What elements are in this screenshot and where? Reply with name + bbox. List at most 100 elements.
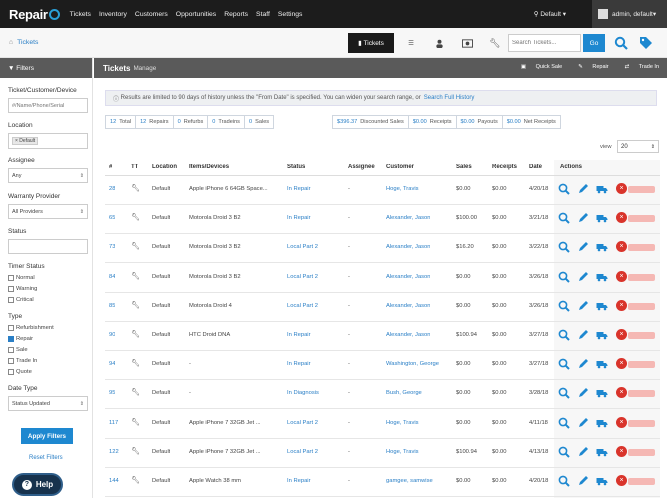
edit-pencil-icon[interactable] bbox=[577, 475, 589, 487]
ticket-number[interactable]: 117 bbox=[109, 420, 118, 426]
truck-icon[interactable] bbox=[596, 358, 608, 370]
truck-icon[interactable] bbox=[596, 271, 608, 283]
help-button[interactable]: ? Help bbox=[12, 473, 63, 496]
table-row[interactable]: 144 🔧︎ Default Apple Watch 38 mm In Repair - g… bbox=[105, 468, 660, 497]
count-sales[interactable]: 0 Sales bbox=[245, 116, 273, 128]
row-customer[interactable]: Alexander, Jason bbox=[386, 303, 430, 309]
edit-pencil-icon[interactable] bbox=[577, 417, 589, 429]
type-refurbishment-checkbox[interactable]: Refurbishment bbox=[8, 325, 54, 331]
location-selector[interactable]: ⚲ Default ▾ bbox=[534, 10, 566, 18]
delete-icon[interactable]: × bbox=[616, 416, 628, 429]
view-count-select[interactable]: 20 ⇕ bbox=[617, 140, 659, 153]
ticket-search-field[interactable] bbox=[8, 98, 88, 113]
delete-icon[interactable]: × bbox=[616, 329, 628, 341]
tickets-mode-button[interactable]: ▮ Tickets bbox=[348, 33, 394, 53]
trade-in-button[interactable]: ⇄ Trade In bbox=[617, 64, 659, 70]
search-icon[interactable] bbox=[614, 36, 628, 50]
delete-icon[interactable]: × bbox=[616, 475, 628, 487]
view-ticket-icon[interactable] bbox=[558, 358, 570, 370]
truck-icon[interactable] bbox=[596, 417, 608, 429]
payment-button[interactable] bbox=[456, 33, 478, 53]
truck-icon[interactable] bbox=[596, 329, 608, 341]
col-assignee[interactable]: Assignee bbox=[348, 164, 375, 170]
delete-icon[interactable]: × bbox=[616, 183, 628, 195]
ticket-number[interactable]: 90 bbox=[109, 332, 115, 338]
truck-icon[interactable] bbox=[596, 475, 608, 487]
count-tradeins[interactable]: 0 Tradeins bbox=[208, 116, 245, 128]
view-ticket-icon[interactable] bbox=[558, 271, 570, 283]
row-customer[interactable]: Hoge, Travis bbox=[386, 420, 419, 426]
timer-normal-checkbox[interactable]: Normal bbox=[8, 275, 35, 281]
row-status[interactable]: Local Part 2 bbox=[287, 244, 318, 250]
row-customer[interactable]: Alexander, Jason bbox=[386, 244, 430, 250]
col-items[interactable]: Items/Devices bbox=[189, 164, 229, 170]
tags-icon[interactable] bbox=[639, 36, 653, 50]
truck-icon[interactable] bbox=[596, 300, 608, 312]
table-row[interactable]: 122 🔧︎ Default Apple iPhone 7 32GB Jet ... L… bbox=[105, 439, 660, 468]
status-field[interactable] bbox=[8, 239, 88, 254]
table-row[interactable]: 95 🔧︎ Default - In Diagnosis - Bush, George $0.… bbox=[105, 380, 660, 410]
view-ticket-icon[interactable] bbox=[558, 241, 570, 254]
search-input[interactable] bbox=[508, 34, 581, 52]
assignee-select[interactable]: Any ⇕ bbox=[8, 168, 88, 183]
col-number[interactable]: # bbox=[109, 164, 112, 170]
table-row[interactable]: 84 🔧︎ Default Motorola Droid 3 B2 Local Part… bbox=[105, 264, 660, 293]
col-location[interactable]: Location bbox=[152, 164, 177, 170]
quick-sale-button[interactable]: ▣ Quick Sale bbox=[513, 64, 562, 70]
ticket-number[interactable]: 65 bbox=[109, 215, 115, 221]
col-status[interactable]: Status bbox=[287, 164, 305, 170]
apply-filters-button[interactable]: Apply Filters bbox=[21, 428, 73, 444]
view-ticket-icon[interactable] bbox=[558, 329, 570, 341]
ticket-number[interactable]: 28 bbox=[109, 186, 115, 192]
row-status[interactable]: Local Part 2 bbox=[287, 303, 318, 309]
reset-filters-link[interactable]: Reset Filters bbox=[29, 455, 63, 461]
type-tradein-checkbox[interactable]: Trade In bbox=[8, 358, 37, 364]
view-ticket-icon[interactable] bbox=[558, 446, 570, 458]
nav-reports[interactable]: Reports bbox=[224, 11, 248, 18]
ticket-number[interactable]: 95 bbox=[109, 390, 115, 396]
nav-settings[interactable]: Settings bbox=[278, 11, 303, 18]
row-customer[interactable]: Alexander, Jason bbox=[386, 332, 430, 338]
view-ticket-icon[interactable] bbox=[558, 387, 570, 400]
repair-tools-button[interactable]: 🔧︎ bbox=[484, 33, 506, 53]
table-row[interactable]: 94 🔧︎ Default - In Repair - Washington, George… bbox=[105, 351, 660, 381]
view-ticket-icon[interactable] bbox=[558, 212, 570, 224]
truck-icon[interactable] bbox=[596, 183, 608, 195]
row-status[interactable]: In Repair bbox=[287, 361, 311, 367]
location-chip[interactable]: × Default bbox=[12, 137, 39, 145]
delete-icon[interactable]: × bbox=[616, 270, 628, 283]
row-customer[interactable]: Alexander, Jason bbox=[386, 274, 430, 280]
view-ticket-icon[interactable] bbox=[558, 300, 570, 312]
timer-warning-checkbox[interactable]: Warning bbox=[8, 286, 37, 292]
ticket-number[interactable]: 85 bbox=[109, 303, 115, 309]
col-date[interactable]: Date bbox=[529, 164, 542, 170]
row-status[interactable]: Local Part 2 bbox=[287, 449, 318, 455]
truck-icon[interactable] bbox=[596, 387, 608, 399]
edit-pencil-icon[interactable] bbox=[577, 212, 589, 224]
ticket-number[interactable]: 94 bbox=[109, 361, 115, 367]
view-ticket-icon[interactable] bbox=[558, 183, 570, 195]
delete-icon[interactable]: × bbox=[616, 387, 628, 399]
truck-icon[interactable] bbox=[596, 212, 608, 224]
delete-icon[interactable]: × bbox=[616, 358, 628, 370]
repairq-logo[interactable]: Repair bbox=[9, 7, 60, 22]
row-customer[interactable]: Alexander, Jason bbox=[386, 215, 430, 221]
edit-pencil-icon[interactable] bbox=[577, 446, 589, 458]
row-customer[interactable]: Hoge, Travis bbox=[386, 186, 419, 192]
nav-customers[interactable]: Customers bbox=[135, 11, 168, 18]
view-ticket-icon[interactable] bbox=[558, 475, 570, 487]
table-row[interactable]: 73 🔧︎ Default Motorola Droid 3 B2 Local Part… bbox=[105, 234, 660, 264]
col-sales[interactable]: Sales bbox=[456, 164, 472, 170]
edit-pencil-icon[interactable] bbox=[577, 358, 589, 370]
delete-icon[interactable]: × bbox=[616, 241, 628, 253]
repair-button[interactable]: ✎ Repair bbox=[570, 64, 608, 70]
ticket-number[interactable]: 122 bbox=[109, 449, 119, 455]
type-quote-checkbox[interactable]: Quote bbox=[8, 369, 32, 375]
edit-pencil-icon[interactable] bbox=[577, 241, 589, 253]
row-status[interactable]: In Diagnosis bbox=[287, 390, 319, 396]
search-full-history-link[interactable]: Search Full History bbox=[424, 95, 475, 101]
row-status[interactable]: In Repair bbox=[287, 332, 311, 338]
timer-critical-checkbox[interactable]: Critical bbox=[8, 297, 34, 303]
edit-pencil-icon[interactable] bbox=[577, 300, 589, 312]
nav-opportunities[interactable]: Opportunities bbox=[176, 11, 216, 18]
